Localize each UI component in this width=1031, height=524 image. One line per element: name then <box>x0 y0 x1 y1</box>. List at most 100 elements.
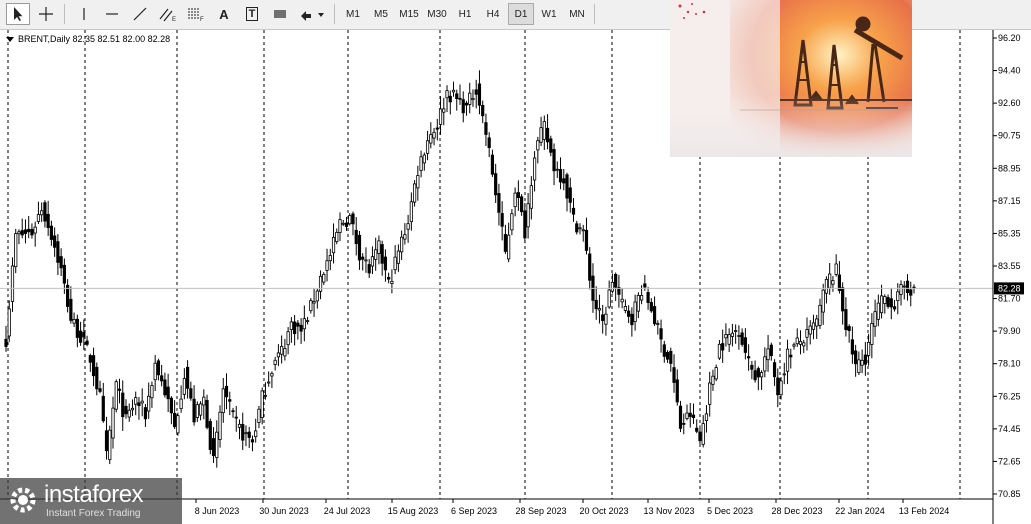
candle <box>831 275 835 292</box>
candle <box>393 245 397 275</box>
timeframe-m30[interactable]: M30 <box>424 3 450 25</box>
candle <box>354 217 358 256</box>
candle <box>422 152 426 171</box>
candle <box>659 319 663 353</box>
candle <box>228 391 232 416</box>
x-tick-label: 24 Jul 2023 <box>324 506 371 516</box>
cursor-icon[interactable] <box>6 3 30 25</box>
candle <box>153 355 157 392</box>
chart-area[interactable]: 96.20 94.40 92.60 90.75 88.95 87.15 85.35 83.55… <box>0 0 1031 524</box>
candle <box>383 249 388 282</box>
candle <box>682 413 686 435</box>
candle <box>529 176 533 220</box>
y-tick-label: 87.15 <box>998 196 1021 206</box>
crosshair-icon[interactable] <box>34 3 58 25</box>
y-tick-label: 70.85 <box>998 489 1021 499</box>
candle <box>747 344 751 371</box>
candle <box>267 371 271 387</box>
trendline-icon[interactable] <box>128 3 152 25</box>
horizontal-line-icon[interactable] <box>100 3 124 25</box>
candle <box>357 230 362 270</box>
candle <box>247 426 251 448</box>
timeframe-h1[interactable]: H1 <box>452 3 478 25</box>
candle <box>724 323 728 347</box>
timeframe-d1[interactable]: D1 <box>508 3 534 25</box>
timeframe-w1[interactable]: W1 <box>536 3 562 25</box>
text-label-glyph: T <box>245 7 259 21</box>
candle <box>137 397 141 420</box>
candle <box>351 211 355 236</box>
arrows-menu-icon[interactable] <box>296 3 328 25</box>
x-tick-label: 28 Sep 2023 <box>515 506 566 516</box>
candle <box>802 339 806 354</box>
candle <box>818 298 822 329</box>
candle <box>451 81 456 97</box>
candle <box>218 405 222 448</box>
candle <box>652 296 657 326</box>
candle <box>23 219 28 244</box>
candle <box>169 396 173 425</box>
candle <box>902 281 906 300</box>
timeframe-m5[interactable]: M5 <box>368 3 394 25</box>
candle <box>322 272 326 286</box>
candle <box>675 369 679 406</box>
shapes-icon[interactable] <box>268 3 292 25</box>
candle <box>130 399 135 416</box>
candle <box>759 370 764 390</box>
candle <box>263 382 268 400</box>
candle <box>380 240 384 276</box>
candle <box>305 316 310 325</box>
candle <box>523 203 527 244</box>
candle <box>156 358 161 381</box>
candle <box>205 394 209 430</box>
candle <box>734 324 738 344</box>
candle <box>432 127 436 146</box>
candle <box>202 389 206 420</box>
candle <box>173 400 177 429</box>
candle <box>455 89 459 111</box>
candle <box>53 227 57 257</box>
candle <box>516 180 520 211</box>
fibonacci-icon[interactable]: F <box>184 3 208 25</box>
candle <box>899 280 903 306</box>
equidistant-channel-icon[interactable]: E <box>156 3 180 25</box>
text-icon[interactable]: A <box>212 3 236 25</box>
candle <box>565 172 569 212</box>
y-tick-label: 88.95 <box>998 163 1021 173</box>
candle <box>620 287 624 309</box>
x-tick-label: 6 Sep 2023 <box>451 506 497 516</box>
candle <box>458 84 462 105</box>
candle <box>627 305 631 324</box>
candle <box>481 100 485 124</box>
candle <box>558 157 563 190</box>
candle <box>10 257 15 312</box>
timeframe-h4[interactable]: H4 <box>480 3 506 25</box>
timeframe-m15[interactable]: M15 <box>396 3 422 25</box>
candle <box>883 294 887 314</box>
timeframe-m1[interactable]: M1 <box>340 3 366 25</box>
vertical-line-icon[interactable] <box>72 3 96 25</box>
candle <box>575 220 579 235</box>
text-label-icon[interactable]: T <box>240 3 264 25</box>
candle <box>270 371 274 389</box>
candle <box>704 404 709 433</box>
timeframe-mn[interactable]: MN <box>564 3 590 25</box>
candle <box>254 418 258 443</box>
candle <box>571 198 576 222</box>
candle <box>338 212 342 242</box>
candle <box>811 314 816 340</box>
candle <box>584 217 589 255</box>
symbol-ohlc-text: BRENT,Daily 82.35 82.51 82.00 82.28 <box>18 34 171 44</box>
candle <box>860 349 864 374</box>
candle <box>195 401 199 422</box>
candle <box>562 168 566 191</box>
candle <box>594 286 598 320</box>
candle <box>798 330 803 355</box>
candle <box>331 223 336 264</box>
candle <box>743 328 747 360</box>
candle <box>260 387 264 425</box>
candle <box>756 366 760 391</box>
x-tick-label: 5 Dec 2023 <box>707 506 753 516</box>
candle <box>328 248 332 271</box>
candle <box>312 288 316 317</box>
